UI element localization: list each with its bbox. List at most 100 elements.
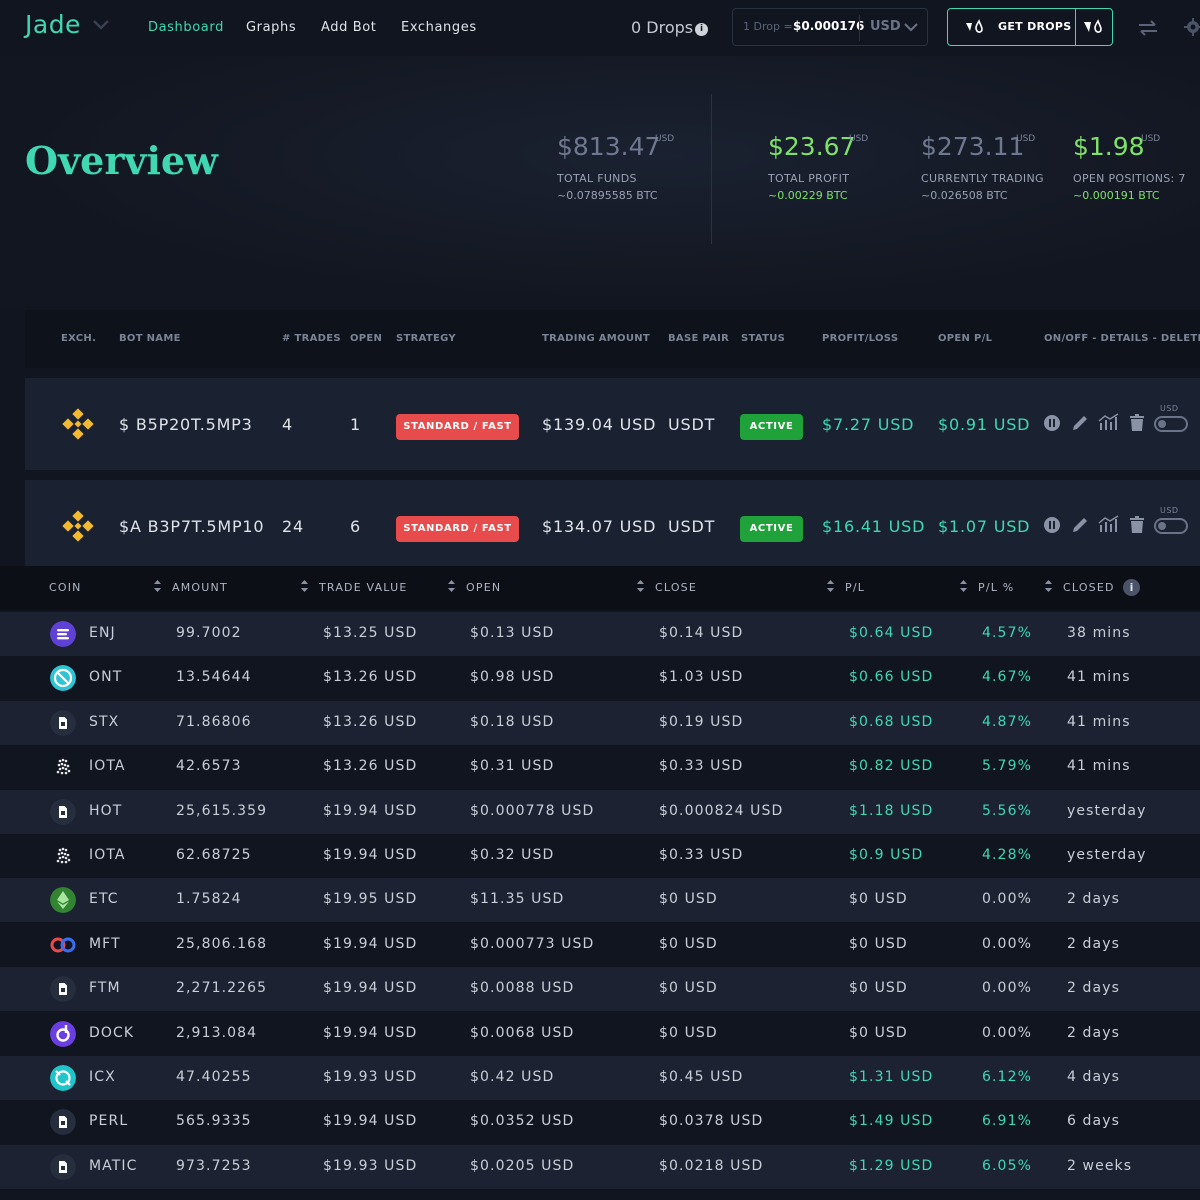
sort-icon[interactable] bbox=[448, 580, 455, 592]
nav-graphs[interactable]: Graphs bbox=[246, 20, 296, 35]
trade-amount: 99.7002 bbox=[176, 625, 242, 641]
trade-pl: $0.64 USD bbox=[849, 625, 934, 641]
trade-pl-percent: 6.05% bbox=[982, 1157, 1032, 1174]
bot-name[interactable]: $A B3P7T.5MP10 bbox=[119, 517, 264, 536]
app-logo[interactable]: Jade bbox=[25, 10, 81, 39]
file-icon bbox=[50, 1109, 76, 1136]
bot-trades: 4 bbox=[282, 415, 293, 434]
trade-coin: MFT bbox=[89, 935, 121, 952]
trade-coin: STX bbox=[89, 713, 120, 730]
table-row[interactable]: MFT 25,806.168 $19.94 USD $0.000773 USD $0 U… bbox=[0, 922, 1200, 967]
sort-icon[interactable] bbox=[827, 580, 834, 592]
trade-pl-percent: 6.12% bbox=[982, 1069, 1032, 1085]
divider bbox=[1075, 9, 1076, 45]
edit-icon[interactable] bbox=[1071, 516, 1089, 534]
trade-coin: MATIC bbox=[89, 1157, 138, 1174]
file-icon bbox=[50, 798, 76, 825]
sort-icon[interactable] bbox=[637, 580, 644, 592]
chevron-down-icon[interactable] bbox=[92, 18, 110, 32]
table-row[interactable]: IOTA 62.68725 $19.94 USD $0.32 USD $0.33 USD… bbox=[0, 834, 1200, 878]
stat-unit: USD bbox=[655, 134, 675, 144]
strategy-badge: STANDARD / FAST bbox=[396, 516, 519, 542]
nav-exchanges[interactable]: Exchanges bbox=[401, 20, 477, 35]
drops-icon[interactable] bbox=[1082, 19, 1106, 35]
bot-amount: $134.07 USD bbox=[542, 517, 657, 536]
info-icon[interactable]: i bbox=[1123, 579, 1140, 596]
toggle-knob bbox=[1158, 522, 1166, 530]
pause-icon[interactable] bbox=[1043, 414, 1061, 432]
trade-close: $0.33 USD bbox=[659, 758, 744, 775]
trash-icon[interactable] bbox=[1128, 516, 1146, 534]
table-row[interactable]: IOTA 42.6573 $13.26 USD $0.31 USD $0.33 USD $… bbox=[0, 745, 1200, 790]
chart-icon[interactable] bbox=[1098, 413, 1120, 431]
table-row[interactable]: DOCK 2,913.084 $19.94 USD $0.0068 USD $0 USD… bbox=[0, 1011, 1200, 1056]
col-profit-loss: PROFIT/LOSS bbox=[822, 333, 899, 344]
rate-value: $0.000176 bbox=[793, 19, 865, 33]
table-row[interactable]: MATIC 973.7253 $19.93 USD $0.0205 USD $0.021… bbox=[0, 1144, 1200, 1189]
chart-icon[interactable] bbox=[1098, 515, 1120, 533]
currency-select[interactable]: USD bbox=[870, 19, 901, 34]
nav-dashboard[interactable]: Dashboard bbox=[148, 20, 224, 35]
stat-label: CURRENTLY TRADING bbox=[921, 172, 1044, 185]
trade-close: $0.0218 USD bbox=[659, 1157, 764, 1174]
trade-pl-percent: 4.87% bbox=[982, 713, 1032, 730]
col-bot-name: BOT NAME bbox=[119, 333, 181, 344]
divider bbox=[711, 94, 712, 244]
table-row[interactable]: HOT 25,615.359 $19.94 USD $0.000778 USD $0.0… bbox=[0, 789, 1200, 834]
status-badge: ACTIVE bbox=[740, 516, 803, 542]
trade-pl: $0.66 USD bbox=[849, 669, 934, 686]
sort-icon[interactable] bbox=[1045, 580, 1052, 592]
table-row[interactable]: ETC 1.75824 $19.95 USD $11.35 USD $0 USD $0 U… bbox=[0, 878, 1200, 923]
pause-icon[interactable] bbox=[1043, 516, 1061, 534]
trade-pl-percent: 4.28% bbox=[982, 847, 1032, 863]
swap-icon[interactable] bbox=[1138, 20, 1158, 36]
info-icon[interactable]: i bbox=[695, 23, 708, 36]
col-amount[interactable]: AMOUNT bbox=[172, 581, 228, 594]
trade-amount: 13.54644 bbox=[176, 669, 252, 686]
table-row[interactable]: ICX 47.40255 $19.93 USD $0.42 USD $0.45 USD $… bbox=[0, 1056, 1200, 1100]
col-close[interactable]: CLOSE bbox=[655, 581, 697, 594]
col-open[interactable]: OPEN bbox=[466, 581, 501, 594]
col-pl-percent[interactable]: P/L % bbox=[978, 581, 1014, 594]
bot-profit-loss: $16.41 USD bbox=[822, 517, 926, 536]
on-off-toggle[interactable] bbox=[1154, 416, 1188, 432]
chevron-down-icon[interactable] bbox=[903, 21, 919, 33]
bot-name[interactable]: $ B5P20T.5MP3 bbox=[119, 415, 253, 434]
trade-closed: 2 days bbox=[1067, 935, 1121, 952]
etc-icon bbox=[50, 887, 76, 914]
on-off-toggle[interactable] bbox=[1154, 518, 1188, 534]
col-pl[interactable]: P/L bbox=[845, 581, 865, 594]
dock-icon bbox=[50, 1020, 76, 1047]
table-row[interactable]: FTM 2,271.2265 $19.94 USD $0.0088 USD $0 USD… bbox=[0, 967, 1200, 1012]
col-coin[interactable]: COIN bbox=[49, 581, 82, 594]
edit-icon[interactable] bbox=[1071, 414, 1089, 432]
stat-total-profit: $23.67 USD TOTAL PROFIT ~0.00229 BTC bbox=[768, 132, 868, 202]
col-status: STATUS bbox=[741, 333, 786, 344]
col-closed[interactable]: CLOSED bbox=[1063, 581, 1115, 594]
table-row[interactable]: STX 71.86806 $13.26 USD $0.18 USD $0.19 USD $… bbox=[0, 700, 1200, 745]
stat-value: $273.11 bbox=[921, 132, 1025, 161]
trade-amount: 973.7253 bbox=[176, 1157, 252, 1174]
col-base-pair: BASE PAIR bbox=[668, 333, 730, 344]
col-actions: ON/OFF - DETAILS - DELETE bbox=[1044, 333, 1200, 344]
table-row[interactable]: PERL 565.9335 $19.94 USD $0.0352 USD $0.0378… bbox=[0, 1100, 1200, 1145]
bot-row[interactable]: $ B5P20T.5MP3 4 1 STANDARD / FAST $139.0… bbox=[25, 378, 1200, 470]
bot-row[interactable]: $A B3P7T.5MP10 24 6 STANDARD / FAST $134… bbox=[25, 480, 1200, 566]
col-trade-value[interactable]: TRADE VALUE bbox=[319, 581, 408, 594]
trade-amount: 1.75824 bbox=[176, 891, 242, 908]
trade-coin: IOTA bbox=[89, 847, 126, 863]
nav-add-bot[interactable]: Add Bot bbox=[321, 20, 376, 35]
binance-icon bbox=[62, 408, 94, 440]
table-row[interactable]: ONT 13.54644 $13.26 USD $0.98 USD $1.03 USD $… bbox=[0, 656, 1200, 701]
trash-icon[interactable] bbox=[1128, 414, 1146, 432]
get-drops-button[interactable]: GET DROPS bbox=[947, 8, 1113, 46]
sort-icon[interactable] bbox=[301, 580, 308, 592]
bot-pair: USDT bbox=[668, 415, 716, 434]
table-row[interactable]: ENJ 99.7002 $13.25 USD $0.13 USD $0.14 USD $0… bbox=[0, 612, 1200, 656]
gear-icon[interactable] bbox=[1184, 18, 1200, 36]
drop-rate-selector[interactable]: 1 Drop = $0.000176 USD bbox=[732, 8, 928, 46]
sort-icon[interactable] bbox=[960, 580, 967, 592]
sort-icon[interactable] bbox=[154, 580, 161, 592]
stat-unit: USD bbox=[849, 134, 869, 144]
trade-value: $19.94 USD bbox=[323, 980, 418, 997]
